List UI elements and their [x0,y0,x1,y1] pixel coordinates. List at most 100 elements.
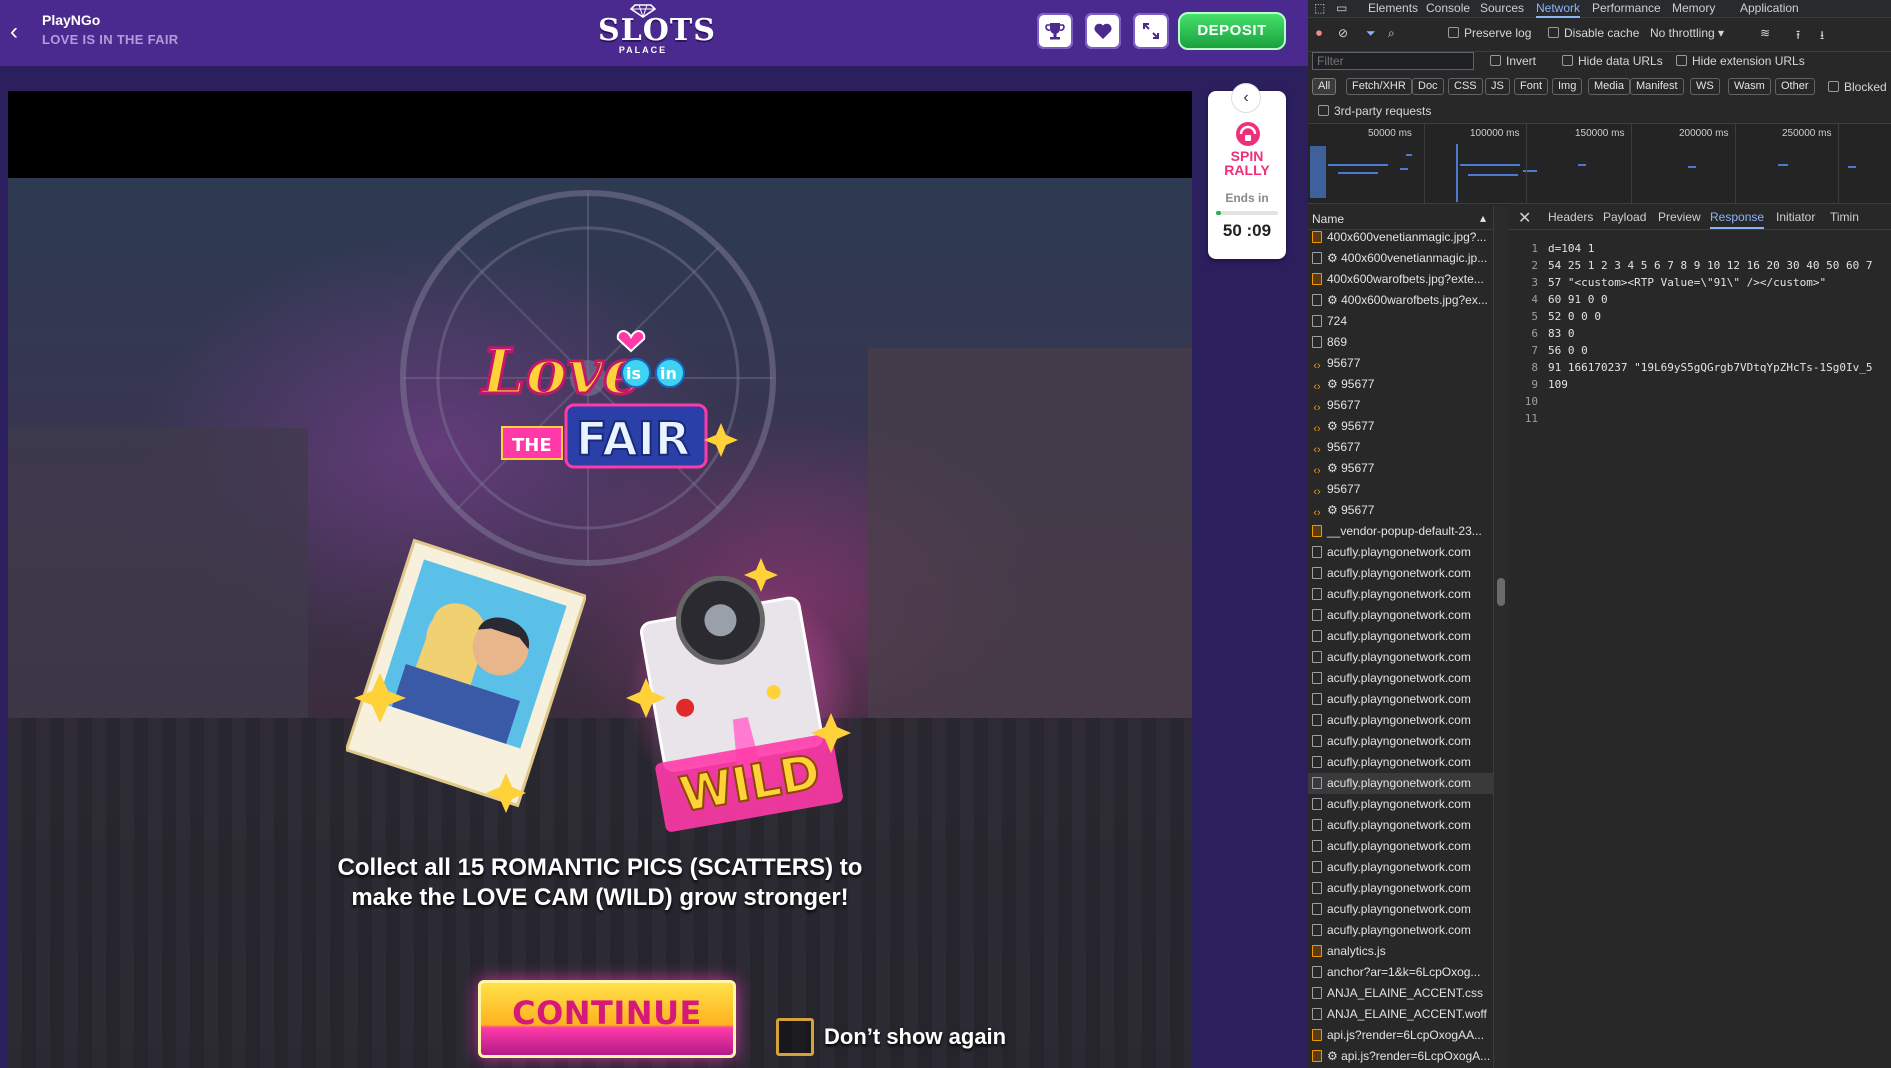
dont-show-again-checkbox[interactable] [776,1018,814,1056]
hide-extension-urls-checkbox[interactable]: Hide extension URLs [1676,54,1805,68]
back-arrow-icon[interactable]: ‹ [4,18,24,46]
request-row[interactable]: acufly.playngonetwork.com [1308,647,1494,668]
deposit-button[interactable]: DEPOSIT [1178,12,1286,50]
type-filter-other[interactable]: Other [1775,78,1815,95]
fullscreen-button[interactable] [1133,13,1169,49]
detail-tab-initiator[interactable]: Initiator [1776,210,1815,224]
request-row[interactable]: acufly.playngonetwork.com [1308,731,1494,752]
request-row[interactable]: acufly.playngonetwork.com [1308,689,1494,710]
network-conditions-icon[interactable]: ≋ [1760,26,1770,40]
type-filter-js[interactable]: JS [1485,78,1510,95]
record-icon[interactable]: ⏺ [1316,26,1322,41]
request-row[interactable]: ⚙ 400x600warofbets.jpg?ex... [1308,290,1494,311]
type-filter-css[interactable]: CSS [1448,78,1483,95]
type-filter-fetchxhr[interactable]: Fetch/XHR [1346,78,1412,95]
device-toolbar-icon[interactable]: ▭ [1336,1,1347,18]
scrollbar-thumb[interactable] [1497,578,1505,606]
request-list-scrollbar[interactable] [1494,206,1508,1068]
favorite-button[interactable] [1085,13,1121,49]
search-icon[interactable]: ⌕ [1388,26,1395,41]
request-row[interactable]: acufly.playngonetwork.com [1308,584,1494,605]
request-row[interactable]: __vendor-popup-default-23... [1308,521,1494,542]
request-row[interactable]: ‹› ⚙ 95677 [1308,500,1494,521]
third-party-checkbox[interactable]: 3rd-party requests [1318,104,1431,118]
request-row[interactable]: 400x600venetianmagic.jpg?... [1308,227,1494,248]
request-row[interactable]: acufly.playngonetwork.com [1308,857,1494,878]
request-row[interactable]: 400x600warofbets.jpg?exte... [1308,269,1494,290]
invert-checkbox[interactable]: Invert [1490,54,1536,68]
devtools-tab-network[interactable]: Network [1536,1,1581,18]
filter-input[interactable] [1312,52,1474,70]
request-row[interactable]: anchor?ar=1&k=6LcpOxog... [1308,962,1494,983]
request-row[interactable]: acufly.playngonetwork.com [1308,668,1494,689]
request-row[interactable]: acufly.playngonetwork.com [1308,542,1494,563]
detail-tab-headers[interactable]: Headers [1548,210,1593,224]
request-row[interactable]: analytics.js [1308,941,1494,962]
request-row[interactable]: acufly.playngonetwork.com [1308,794,1494,815]
request-row[interactable]: api.js?render=6LcpOxogAA... [1308,1025,1494,1046]
request-row[interactable]: acufly.playngonetwork.com [1308,773,1494,794]
request-row[interactable]: acufly.playngonetwork.com [1308,836,1494,857]
request-row[interactable]: 724 [1308,311,1494,332]
request-list[interactable]: Name ▴ 400x600venetianmagic.jpg?... ⚙ 400x… [1308,206,1494,1068]
request-row[interactable]: acufly.playngonetwork.com [1308,899,1494,920]
request-row[interactable]: ANJA_ELAINE_ACCENT.woff [1308,1004,1494,1025]
preserve-log-checkbox[interactable]: Preserve log [1448,26,1531,40]
request-row[interactable]: acufly.playngonetwork.com [1308,815,1494,836]
dont-show-again-option[interactable]: Don’t show again [776,1017,1056,1057]
type-filter-all[interactable]: All [1312,78,1337,95]
request-row[interactable]: 869 [1308,332,1494,353]
chevron-left-icon[interactable]: ‹ [1231,83,1261,113]
site-logo[interactable]: SLOTS PALACE [598,4,715,60]
request-row[interactable]: ‹› 95677 [1308,437,1494,458]
game-frame[interactable]: Love is in THE FAIR WILD Collect all 15 … [8,91,1192,1068]
devtools-tab-console[interactable]: Console [1426,1,1470,18]
devtools-tab-sources[interactable]: Sources [1480,1,1524,18]
disable-cache-checkbox[interactable]: Disable cache [1548,26,1639,40]
type-filter-font[interactable]: Font [1514,78,1549,95]
request-row[interactable]: ⚙ 400x600venetianmagic.jp... [1308,248,1494,269]
request-row[interactable]: ‹› 95677 [1308,353,1494,374]
request-row[interactable]: ‹› ⚙ 95677 [1308,374,1494,395]
import-har-icon[interactable]: ⭱ [1796,26,1800,47]
request-row[interactable]: ‹› 95677 [1308,479,1494,500]
detail-tab-response[interactable]: Response [1710,210,1765,229]
export-har-icon[interactable]: ⭳ [1820,26,1824,47]
request-row[interactable]: ‹› ⚙ 95677 [1308,416,1494,437]
close-icon[interactable]: ✕ [1518,208,1531,228]
devtools-tab-performance[interactable]: Performance [1592,1,1661,18]
trophy-button[interactable] [1037,13,1073,49]
detail-tab-preview[interactable]: Preview [1658,210,1701,224]
devtools-tab-memory[interactable]: Memory [1672,1,1715,18]
blocked-checkbox[interactable]: Blocked [1828,80,1887,94]
type-filter-media[interactable]: Media [1588,78,1630,95]
type-filter-manifest[interactable]: Manifest [1630,78,1684,95]
request-row[interactable]: acufly.playngonetwork.com [1308,605,1494,626]
request-row[interactable]: ‹› 95677 [1308,395,1494,416]
network-overview-timeline[interactable]: 50000 ms 100000 ms 150000 ms 200000 ms 25000… [1308,124,1891,204]
inspect-element-icon[interactable]: ⬚ [1314,1,1325,18]
request-row[interactable]: acufly.playngonetwork.com [1308,710,1494,731]
type-filter-ws[interactable]: WS [1690,78,1720,95]
devtools-tab-elements[interactable]: Elements [1368,1,1418,18]
request-row[interactable]: acufly.playngonetwork.com [1308,878,1494,899]
detail-tab-payload[interactable]: Payload [1603,210,1646,224]
request-row[interactable]: acufly.playngonetwork.com [1308,752,1494,773]
request-row[interactable]: ANJA_ELAINE_ACCENT.css [1308,983,1494,1004]
type-filter-doc[interactable]: Doc [1412,78,1444,95]
request-row[interactable]: ⚙ api.js?render=6LcpOxogA... [1308,1046,1494,1067]
spin-rally-widget[interactable]: ‹ SPIN RALLY Ends in 50 :09 [1208,83,1286,259]
type-filter-wasm[interactable]: Wasm [1728,78,1771,95]
request-row[interactable]: acufly.playngonetwork.com [1308,626,1494,647]
request-row[interactable]: acufly.playngonetwork.com [1308,920,1494,941]
clear-icon[interactable]: ⊘ [1338,26,1348,40]
filter-icon[interactable]: ⏷ [1366,26,1376,41]
request-row[interactable]: ‹› ⚙ 95677 [1308,458,1494,479]
hide-data-urls-checkbox[interactable]: Hide data URLs [1562,54,1663,68]
devtools-tab-application[interactable]: Application [1740,1,1799,18]
request-row[interactable]: acufly.playngonetwork.com [1308,563,1494,584]
continue-button[interactable]: CONTINUE [478,980,736,1058]
detail-tab-timin[interactable]: Timin [1830,210,1859,224]
type-filter-img[interactable]: Img [1552,78,1583,95]
throttling-select[interactable]: No throttling ▾ [1650,26,1724,40]
